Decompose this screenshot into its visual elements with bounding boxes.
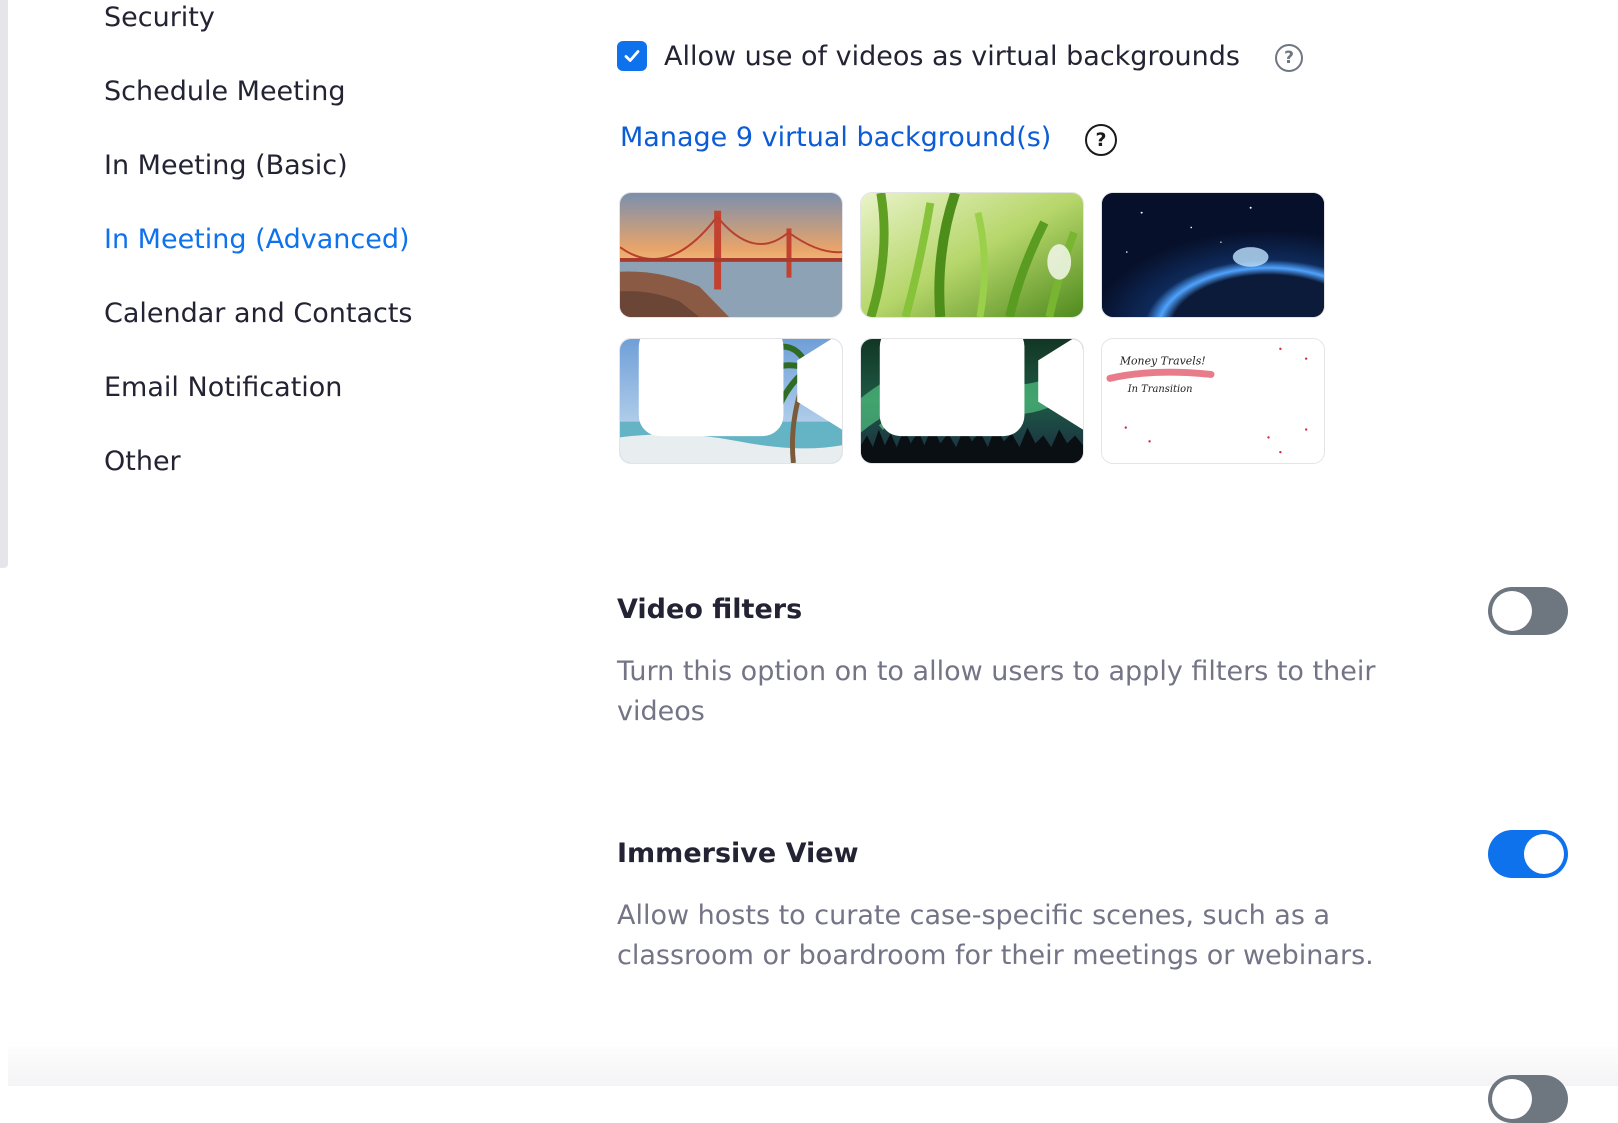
sidebar-item-email-notification[interactable]: Email Notification xyxy=(104,372,342,404)
next-setting-toggle[interactable] xyxy=(1488,1075,1568,1123)
allow-video-backgrounds-row: Allow use of videos as virtual backgroun… xyxy=(617,38,1240,74)
background-thumbnail-grass[interactable] xyxy=(860,192,1084,318)
settings-content: Allow use of videos as virtual backgroun… xyxy=(617,0,1577,1086)
left-scrollbar-track xyxy=(0,0,8,568)
video-camera-icon xyxy=(638,339,842,437)
video-filters-title: Video filters xyxy=(617,594,803,625)
background-thumbnail-earth[interactable] xyxy=(1101,192,1325,318)
immersive-view-toggle[interactable] xyxy=(1488,830,1568,878)
allow-video-backgrounds-label: Allow use of videos as virtual backgroun… xyxy=(664,40,1240,72)
background-thumbnail-aurora[interactable] xyxy=(860,338,1084,464)
sidebar-item-in-meeting-advanced[interactable]: In Meeting (Advanced) xyxy=(104,224,410,256)
immersive-view-description: Allow hosts to curate case-specific scen… xyxy=(617,900,1374,971)
toggle-knob xyxy=(1492,1079,1532,1119)
checkmark-icon xyxy=(624,50,640,62)
thumbnail-text-line1: Money Travels! xyxy=(1119,355,1206,368)
question-circle-icon[interactable]: ? xyxy=(1275,44,1303,72)
sidebar-item-schedule-meeting[interactable]: Schedule Meeting xyxy=(104,76,346,108)
background-thumbnail-money-travels[interactable]: Money Travels! In Transition xyxy=(1101,338,1325,464)
manage-virtual-backgrounds-link[interactable]: Manage 9 virtual background(s) xyxy=(620,122,1051,154)
background-thumbnail-golden-gate[interactable] xyxy=(619,192,843,318)
video-camera-icon xyxy=(879,339,1083,437)
sidebar-item-in-meeting-basic[interactable]: In Meeting (Basic) xyxy=(104,150,348,182)
immersive-view-title: Immersive View xyxy=(617,838,859,869)
question-circle-icon[interactable]: ? xyxy=(1085,124,1117,156)
sidebar-item-calendar-and-contacts[interactable]: Calendar and Contacts xyxy=(104,298,412,330)
toggle-knob xyxy=(1492,591,1532,631)
toggle-knob xyxy=(1524,834,1564,874)
thumbnail-text-line2: In Transition xyxy=(1127,384,1193,395)
background-thumbnail-beach[interactable] xyxy=(619,338,843,464)
video-filters-description: Turn this option on to allow users to ap… xyxy=(617,656,1376,727)
sidebar-item-security[interactable]: Security xyxy=(104,2,215,34)
video-filters-toggle[interactable] xyxy=(1488,587,1568,635)
sidebar-item-other[interactable]: Other xyxy=(104,446,181,478)
bottom-fade xyxy=(8,1040,1618,1086)
allow-video-backgrounds-checkbox[interactable] xyxy=(617,41,647,71)
